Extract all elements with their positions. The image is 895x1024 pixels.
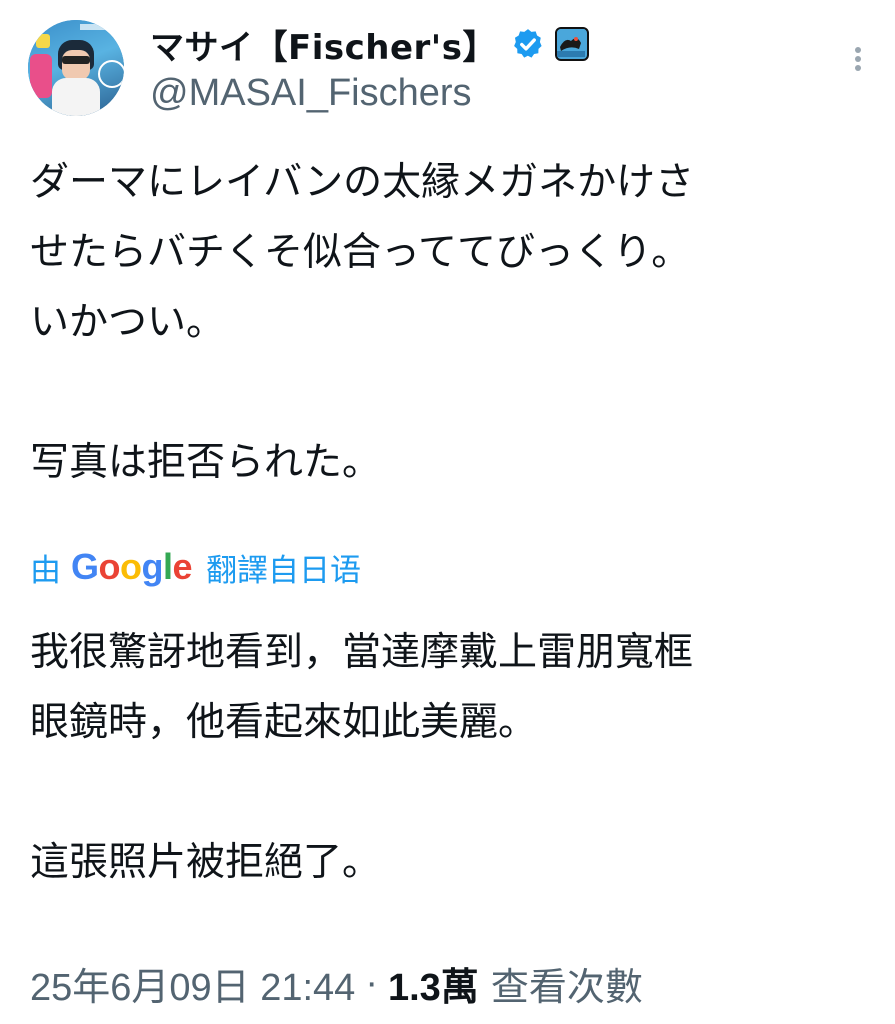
author-info[interactable]: マサイ【Fischer's】 @MASAI_Fischers <box>150 20 589 115</box>
more-dot <box>855 56 861 62</box>
tweet-text: ダーマにレイバンの太縁メガネかけさ せたらバチくそ似合っててびっくり。 いかつい… <box>30 148 870 498</box>
display-name-row: マサイ【Fischer's】 <box>150 20 589 68</box>
tweet-line: ダーマにレイバンの太縁メガネかけさ <box>30 160 695 205</box>
tweet-line: 写真は拒否られた。 <box>30 440 382 485</box>
tweet-header: マサイ【Fischer's】 @MASAI_Fischers <box>28 20 868 120</box>
tweet-line: いかつい。 <box>30 300 226 345</box>
more-dot <box>855 65 861 71</box>
tweet-timestamp[interactable]: 25年6月09日 21:44 <box>30 956 355 1011</box>
translated-by-google-link[interactable]: 由 Google 翻譯自日语 <box>30 542 361 592</box>
translated-line: 我很驚訝地看到，當達摩戴上雷朋寬框 <box>30 630 694 675</box>
more-vertical-icon[interactable] <box>848 44 868 84</box>
affiliate-badge-icon[interactable] <box>554 27 589 61</box>
more-dot <box>855 47 861 53</box>
translate-prefix: 由 <box>30 552 61 589</box>
verified-badge-icon <box>514 29 542 58</box>
translate-suffix: 翻譯自日语 <box>206 552 362 589</box>
tweet-meta: 25年6月09日 21:44 · 1.3萬 查看次數 <box>30 955 643 1011</box>
tweet-line: せたらバチくそ似合っててびっくり。 <box>30 230 691 275</box>
translated-text: 我很驚訝地看到，當達摩戴上雷朋寬框 眼鏡時，他看起來如此美麗。 這張照片被拒絕了… <box>30 618 870 898</box>
display-name[interactable]: マサイ【Fischer's】 <box>150 20 497 69</box>
translated-line: 眼鏡時，他看起來如此美麗。 <box>30 700 538 745</box>
meta-separator: · <box>365 961 378 1004</box>
views-label[interactable]: 查看次數 <box>491 956 643 1011</box>
translated-line: 這張照片被拒絕了。 <box>30 840 382 885</box>
google-logo: Google <box>71 546 193 587</box>
profile-avatar[interactable] <box>28 20 124 116</box>
views-count[interactable]: 1.3萬 <box>388 956 479 1011</box>
author-handle[interactable]: @MASAI_Fischers <box>150 72 589 115</box>
